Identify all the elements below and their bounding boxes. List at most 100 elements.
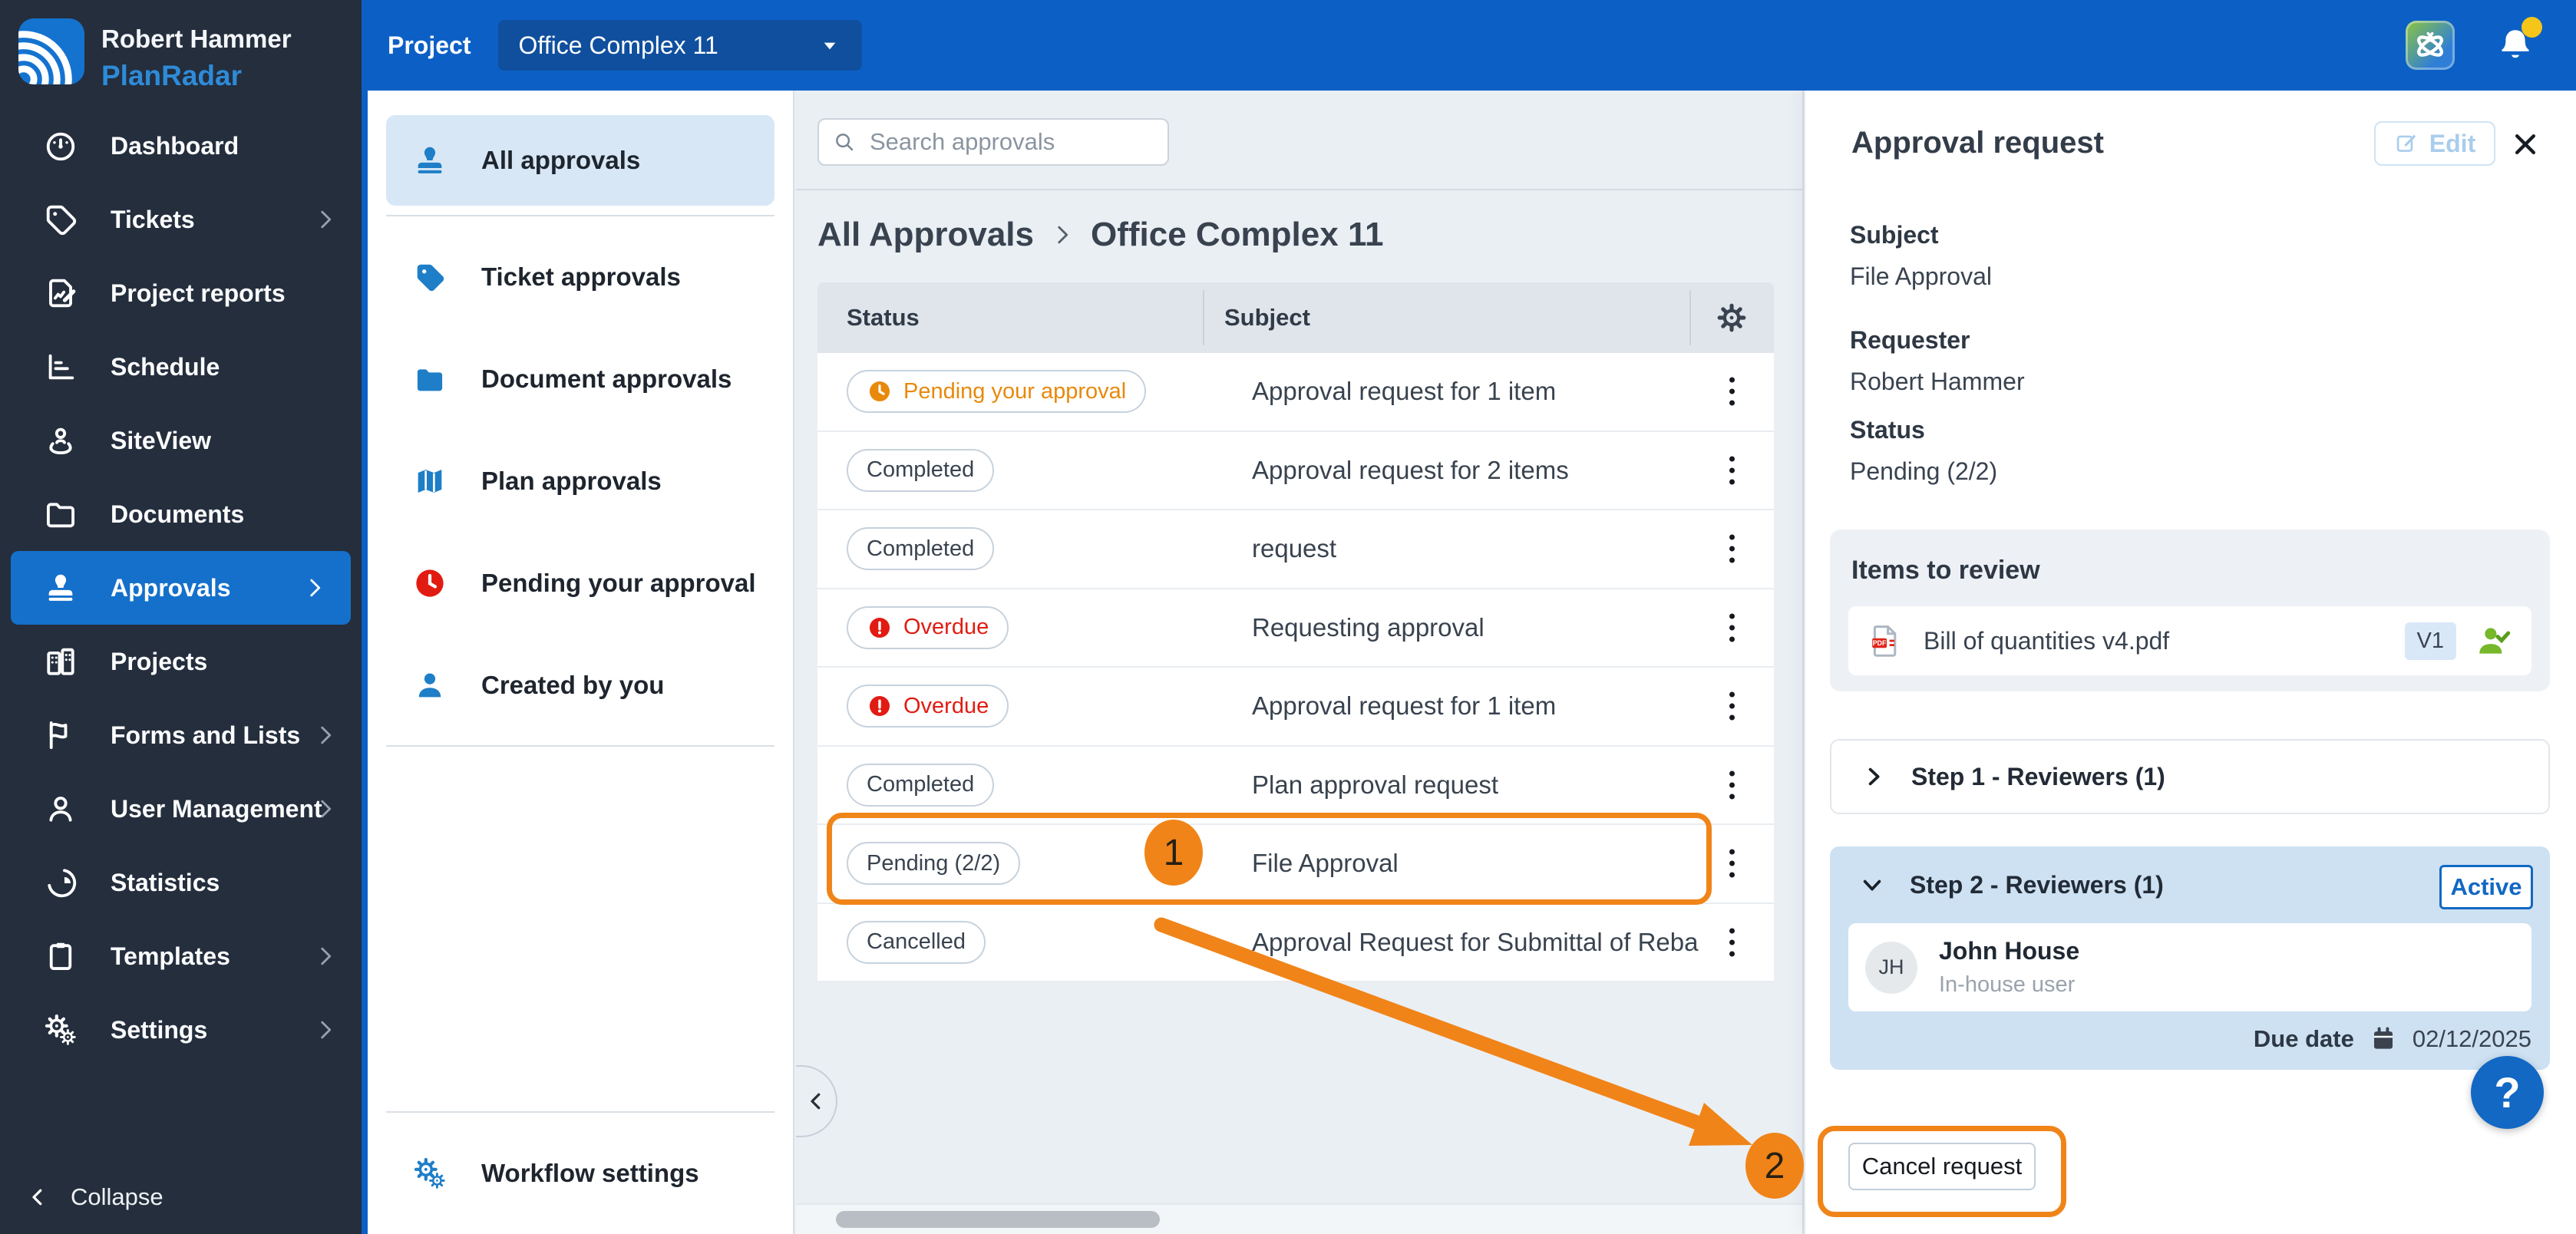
row-menu-kebab-icon[interactable] [1716,378,1748,406]
sidebar-item-label: Project reports [111,279,286,308]
forms-icon [43,718,78,753]
cancel-request-button[interactable]: Cancel request [1848,1143,2036,1190]
sidebar-item[interactable]: User Management [0,772,362,846]
horizontal-scrollbar-thumb[interactable] [836,1211,1160,1228]
table-row[interactable]: Cancelled Approval Request for Submittal… [817,904,1774,983]
topbar: Project Office Complex 11 [368,0,2576,91]
row-menu-kebab-icon[interactable] [1716,692,1748,721]
column-status[interactable]: Status [817,304,1174,332]
edit-button[interactable]: Edit [2374,121,2495,166]
due-date-value: 02/12/2025 [2413,1025,2531,1053]
project-selector[interactable]: Office Complex 11 [498,20,862,71]
sidebar-item[interactable]: Statistics [0,846,362,919]
sidebar-item[interactable]: Tickets [0,183,362,256]
sidebar-item[interactable]: Project reports [0,256,362,330]
map-icon [412,464,447,499]
filter-item-label: Document approvals [481,365,732,394]
due-date-label: Due date [2254,1025,2354,1053]
sidebar-item-label: Settings [111,1016,207,1044]
sidebar-item[interactable]: SiteView [0,404,362,477]
filter-item[interactable] [386,215,774,216]
filter-item[interactable]: Ticket approvals [368,226,793,328]
panel-collapse-handle[interactable] [796,1065,837,1137]
notification-dot [2522,17,2542,38]
workflow-settings[interactable]: Workflow settings [386,1111,774,1234]
status-badge: Overdue [847,606,1009,649]
statistics-icon [43,865,78,900]
row-menu-kebab-icon[interactable] [1716,770,1748,799]
header-divider [796,189,1802,190]
row-menu-kebab-icon[interactable] [1716,456,1748,484]
breadcrumb-all-approvals[interactable]: All Approvals [817,216,1034,254]
row-menu-kebab-icon[interactable] [1716,613,1748,642]
row-menu-kebab-icon[interactable] [1716,850,1748,878]
collapse-label: Collapse [71,1183,163,1211]
chevron-left-icon [804,1090,827,1113]
breadcrumb: All Approvals Office Complex 11 [817,212,1383,258]
planradar-connect-icon[interactable] [2406,21,2455,70]
breadcrumb-chevron-icon [1049,222,1075,248]
sidebar-item[interactable]: Forms and Lists [0,698,362,772]
filter-item-label: All approvals [481,146,640,175]
app-root: Robert Hammer PlanRadar Dashboard Ticket… [0,0,2576,1234]
step1-section[interactable]: Step 1 - Reviewers (1) [1830,739,2550,814]
help-button[interactable]: ? [2471,1056,2544,1129]
alert-icon [867,693,893,719]
step2-section: Step 2 - Reviewers (1) Active JH John Ho… [1830,846,2550,1070]
search-box[interactable] [817,118,1169,166]
table-row[interactable]: Completed Approval request for 2 items [817,432,1774,511]
dashboard-icon [43,128,78,163]
sidebar-item[interactable]: Dashboard [0,109,362,183]
filter-item[interactable]: Document approvals [368,328,793,430]
sidebar-item-label: Forms and Lists [111,721,300,750]
brand-block: Robert Hammer PlanRadar [0,0,362,92]
table-row[interactable]: Pending your approval Approval request f… [817,353,1774,432]
sidebar-item[interactable]: Templates [0,919,362,993]
step2-header[interactable]: Step 2 - Reviewers (1) [1861,846,2164,923]
table-row[interactable]: Pending (2/2) File Approval [817,825,1774,904]
status-badge-label: Overdue [903,615,989,640]
row-menu-kebab-icon[interactable] [1716,535,1748,563]
status-badge-label: Pending (2/2) [867,851,1000,876]
status-badge: Pending (2/2) [847,842,1020,885]
sidebar-item[interactable]: Documents [0,477,362,551]
filter-item[interactable]: Plan approvals [368,430,793,532]
panel-title: Approval request [1851,126,2104,160]
reviewer-card[interactable]: JH John House In-house user [1848,923,2531,1011]
status-badge-label: Overdue [903,694,989,719]
sidebar-item[interactable]: Projects [0,625,362,698]
sidebar-item[interactable]: Approvals [11,551,351,625]
collapse-button[interactable]: Collapse [26,1173,163,1222]
filter-item[interactable]: All approvals [386,115,774,206]
approval-detail-panel: Approval request Edit Subject File Appro… [1805,91,2576,1234]
sidebar-item[interactable]: Schedule [0,330,362,404]
search-input[interactable] [868,127,1154,157]
status-badge: Completed [847,527,994,570]
column-subject[interactable]: Subject [1174,304,1310,332]
chevron-left-icon [26,1186,49,1209]
sidebar-item[interactable]: Settings [0,993,362,1067]
chevron-right-icon [312,1017,339,1043]
projects-icon [43,644,78,679]
table-row[interactable]: Completed Plan approval request [817,747,1774,826]
row-menu-kebab-icon[interactable] [1716,928,1748,956]
table-rows: Pending your approval Approval request f… [817,353,1774,982]
table-row[interactable]: Overdue Approval request for 1 item [817,668,1774,747]
sidebar-item-label: SiteView [111,427,211,455]
status-badge: Pending your approval [847,370,1146,413]
close-icon[interactable] [2510,129,2541,160]
filter-item[interactable]: Created by you [368,634,793,736]
report-icon [43,276,78,311]
table-row[interactable]: Completed request [817,510,1774,589]
row-subject: Approval request for 2 items [1252,456,1705,485]
filter-item[interactable]: Pending your approval [368,532,793,634]
table-settings-gear-icon[interactable] [1716,302,1748,334]
tickets-icon [43,202,78,237]
filter-item-label: Pending your approval [481,569,756,598]
notifications-bell-icon[interactable] [2495,25,2536,66]
review-file-row[interactable]: PDF Bill of quantities v4.pdf V1 [1848,606,2531,675]
table-row[interactable]: Overdue Requesting approval [817,589,1774,668]
field-subject: Subject File Approval [1850,221,1992,291]
filter-item[interactable] [386,745,774,747]
sidebar-item-label: Projects [111,648,207,676]
